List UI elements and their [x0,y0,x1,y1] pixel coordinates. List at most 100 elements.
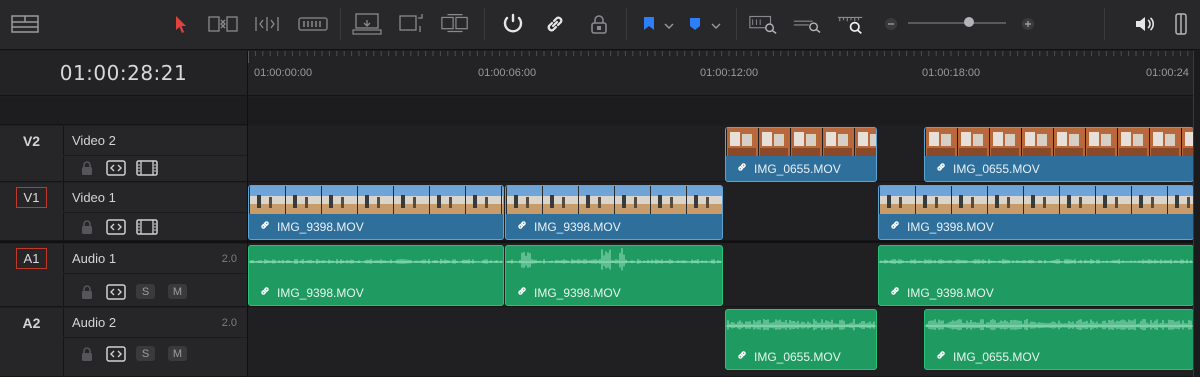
link-icon [259,285,271,300]
video-clip[interactable]: IMG_0655.MOV [924,127,1194,182]
audio-clip[interactable]: IMG_0655.MOV [725,309,877,370]
auto-select-icon[interactable] [106,284,126,300]
track-id-cell [0,274,64,307]
lock-icon[interactable] [80,346,94,362]
audio-waveform [506,248,722,271]
track-header-spacer [0,97,247,125]
ruler-label: 01:00:24 [1146,67,1189,79]
track-header-v1[interactable]: V1 Video 1 [0,183,247,242]
zoom-custom-icon[interactable] [836,10,866,38]
track-header-a2[interactable]: A2 Audio 2 2.0 S M [0,308,247,377]
link-icon [935,161,947,176]
link-icon [935,349,947,364]
ruler-label: 01:00:18:00 [922,67,981,79]
track-name-v1[interactable]: Video 1 [72,190,116,205]
mute-button[interactable]: M [168,346,187,361]
toolbar-separator [484,8,485,40]
timeline-ruler[interactable]: 01:00:00:00 01:00:06:00 01:00:12:00 01:0… [248,51,1200,96]
link-icon [516,285,528,300]
film-strip-icon[interactable] [136,219,158,235]
audio-clip[interactable]: IMG_9398.MOV [248,245,504,306]
chevron-down-icon[interactable] [711,17,721,29]
lock-icon[interactable] [80,160,94,176]
auto-select-icon[interactable] [106,160,126,176]
track-id-v2[interactable]: V2 [0,126,64,155]
zoom-slider-handle[interactable] [963,17,974,27]
zoom-full-icon[interactable] [748,10,778,38]
track-header-a1[interactable]: A1 Audio 1 2.0 S M [0,244,247,307]
clip-label: IMG_9398.MOV [889,219,994,234]
solo-button[interactable]: S [136,284,155,299]
panel-toggle-icon[interactable] [1166,10,1196,38]
audio-clip[interactable]: IMG_9398.MOV [878,245,1194,306]
link-icon [736,161,748,176]
linked-selection-icon[interactable] [540,10,570,38]
track-id-v1[interactable]: V1 [0,183,64,212]
replace-clip-icon[interactable] [440,10,470,38]
track-name-a1[interactable]: Audio 1 [72,251,116,266]
divider [64,273,247,274]
clip-label: IMG_0655.MOV [736,349,841,364]
flag-icon[interactable] [634,10,664,38]
ruler-label: 01:00:00:00 [254,67,313,79]
clip-label: IMG_0655.MOV [935,349,1040,364]
zoom-in-icon[interactable] [1013,10,1043,38]
track-id-a2[interactable]: A2 [0,308,64,337]
column-divider [247,51,248,377]
toolbar-separator [626,8,627,40]
audio-waveform [879,259,1193,264]
film-strip-icon[interactable] [136,160,158,176]
video-clip[interactable]: IMG_0655.MOV [725,127,877,182]
zoom-detail-icon[interactable] [792,10,822,38]
audio-waveform [726,319,876,331]
layout-icon[interactable] [10,10,40,38]
link-icon [736,349,748,364]
selection-arrow-icon[interactable] [166,10,196,38]
track-header-v2[interactable]: V2 Video 2 [0,126,247,185]
position-lock-icon[interactable] [584,10,614,38]
divider [64,337,247,338]
divider [64,155,247,156]
toolbar-separator [340,8,341,40]
link-icon [889,219,901,234]
track-id-a1[interactable]: A1 [0,244,64,273]
audio-clip[interactable]: IMG_9398.MOV [505,245,723,306]
chevron-down-icon[interactable] [664,17,674,29]
mute-button[interactable]: M [168,284,187,299]
video-audio-divider [0,241,1200,243]
overwrite-clip-icon[interactable] [396,10,426,38]
clip-label: IMG_9398.MOV [889,285,994,300]
audio-volume-icon[interactable] [1130,10,1160,38]
video-clip[interactable]: IMG_9398.MOV [248,185,504,240]
track-name-a2[interactable]: Audio 2 [72,315,116,330]
snapping-icon[interactable] [498,10,528,38]
clip-label: IMG_9398.MOV [259,285,364,300]
zoom-out-icon[interactable] [876,10,906,38]
clip-thumbnail [925,128,1193,156]
ruler-label: 01:00:12:00 [700,67,759,79]
auto-select-icon[interactable] [106,346,126,362]
timeline-spacer [248,97,1200,125]
dynamic-trim-icon[interactable] [252,10,282,38]
lock-icon[interactable] [80,284,94,300]
trim-edit-icon[interactable] [208,10,238,38]
ruler-label: 01:00:06:00 [478,67,537,79]
auto-select-icon[interactable] [106,219,126,235]
insert-clip-icon[interactable] [352,10,382,38]
timecode-display[interactable]: 01:00:28:21 [60,61,188,85]
zoom-slider-track[interactable] [908,22,1006,24]
audio-clip[interactable]: IMG_0655.MOV [924,309,1194,370]
toolbar-separator [1104,8,1105,40]
lock-icon[interactable] [80,219,94,235]
track-name-v2[interactable]: Video 2 [72,133,116,148]
solo-button[interactable]: S [136,346,155,361]
clip-label: IMG_0655.MOV [736,161,841,176]
marker-icon[interactable] [680,10,710,38]
vertical-scrollbar[interactable] [1193,51,1200,377]
track-id-cell [0,213,64,242]
clip-thumbnail [726,128,876,156]
toolbar-separator [736,8,737,40]
blade-icon[interactable] [298,10,328,38]
video-clip[interactable]: IMG_9398.MOV [505,185,723,240]
video-clip[interactable]: IMG_9398.MOV [878,185,1194,240]
